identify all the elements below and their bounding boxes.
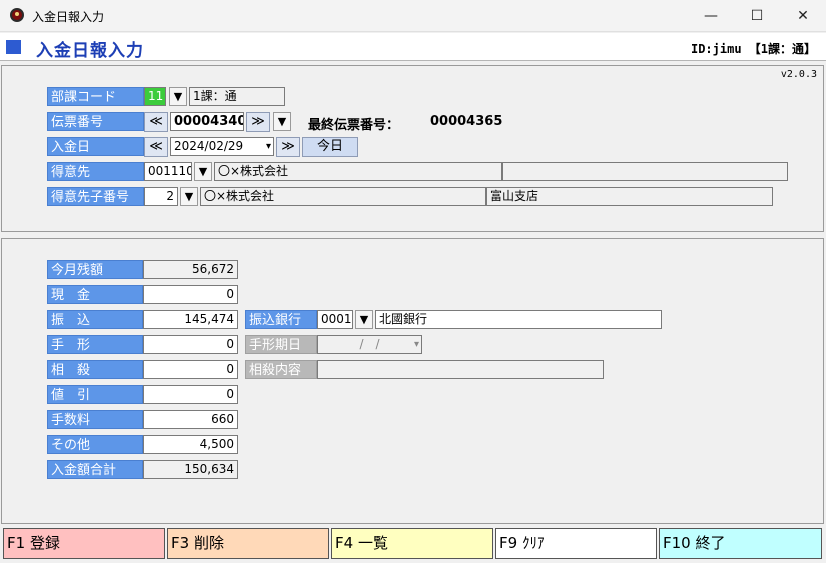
dept-code-label: 部課コード xyxy=(47,87,144,106)
discount-field[interactable]: 0 xyxy=(143,385,238,404)
close-button[interactable]: ✕ xyxy=(780,0,826,32)
bill-date-label: 手形期日 xyxy=(245,335,317,354)
customer-extra-field xyxy=(502,162,788,181)
user-info: ID:jimu 【1課：通】 xyxy=(690,42,816,56)
cash-field[interactable]: 0 xyxy=(143,285,238,304)
transfer-bank-code-field[interactable]: 0001 xyxy=(317,310,353,329)
f3-delete-button[interactable]: F3 削除 xyxy=(167,528,329,559)
customer-label: 得意先 xyxy=(47,162,144,181)
window-title: 入金日報入力 xyxy=(32,10,105,24)
last-slip-value: 00004365 xyxy=(430,114,503,129)
payment-date-value: 2024/02/29 xyxy=(174,139,244,153)
fee-label: 手数料 xyxy=(47,410,143,429)
offset-detail-label: 相殺内容 xyxy=(245,360,317,379)
f10-exit-button[interactable]: F10 終了 xyxy=(659,528,822,559)
slip-number-label: 伝票番号 xyxy=(47,112,144,131)
dept-code-field[interactable]: 11 xyxy=(144,87,166,106)
slip-dropdown-button[interactable]: ▼ xyxy=(273,112,291,131)
payment-date-label: 入金日 xyxy=(47,137,144,156)
today-button[interactable]: 今日 xyxy=(302,137,358,157)
amounts-panel: 今月残額 56,672 現 金 0 振 込 145,474 振込銀行 0001 … xyxy=(1,238,824,524)
transfer-bank-label: 振込銀行 xyxy=(245,310,317,329)
discount-label: 値 引 xyxy=(47,385,143,404)
transfer-bank-dropdown-button[interactable]: ▼ xyxy=(355,310,373,329)
date-next-button[interactable]: ≫ xyxy=(276,137,300,157)
function-key-bar: F1 登録 F3 削除 F4 一覧 F9 ｸﾘｱ F10 終了 xyxy=(1,526,824,562)
customer-code-field[interactable]: 001110 xyxy=(144,162,192,181)
header-square-icon xyxy=(6,40,21,54)
balance-field: 56,672 xyxy=(143,260,238,279)
customer-dropdown-button[interactable]: ▼ xyxy=(194,162,212,181)
bill-date-picker-icon[interactable]: ▾ xyxy=(414,336,419,353)
bill-field[interactable]: 0 xyxy=(143,335,238,354)
f1-register-button[interactable]: F1 登録 xyxy=(3,528,165,559)
other-field[interactable]: 4,500 xyxy=(143,435,238,454)
slip-number-field[interactable]: 00004340 xyxy=(170,112,244,131)
offset-field[interactable]: 0 xyxy=(143,360,238,379)
date-picker-icon[interactable]: ▾ xyxy=(266,138,271,155)
bill-date-value: / / xyxy=(359,337,380,351)
customer-name-field: 〇×株式会社 xyxy=(214,162,502,181)
page-header: 入金日報入力 ID:jimu 【1課：通】 xyxy=(0,33,826,61)
last-slip-label: 最終伝票番号： xyxy=(308,118,400,133)
window-titlebar: 入金日報入力 — ☐ ✕ xyxy=(0,0,826,32)
cash-label: 現 金 xyxy=(47,285,143,304)
fee-field[interactable]: 660 xyxy=(143,410,238,429)
slip-next-button[interactable]: ≫ xyxy=(246,112,270,132)
customer-child-dropdown-button[interactable]: ▼ xyxy=(180,187,198,206)
version-label: v2.0.3 xyxy=(780,69,817,80)
date-prev-button[interactable]: ≪ xyxy=(144,137,168,157)
balance-label: 今月残額 xyxy=(47,260,143,279)
customer-branch-field: 富山支店 xyxy=(486,187,773,206)
transfer-field[interactable]: 145,474 xyxy=(143,310,238,329)
offset-label: 相 殺 xyxy=(47,360,143,379)
f4-list-button[interactable]: F4 一覧 xyxy=(331,528,493,559)
total-label: 入金額合計 xyxy=(47,460,143,479)
slip-prev-button[interactable]: ≪ xyxy=(144,112,168,132)
transfer-bank-name-field: 北國銀行 xyxy=(375,310,662,329)
app-icon xyxy=(10,8,24,22)
other-label: その他 xyxy=(47,435,143,454)
customer-child-name-field: 〇×株式会社 xyxy=(200,187,486,206)
transfer-label: 振 込 xyxy=(47,310,143,329)
customer-child-label: 得意先子番号 xyxy=(47,187,144,206)
total-field: 150,634 xyxy=(143,460,238,479)
bill-date-field[interactable]: / / ▾ xyxy=(317,335,422,354)
page-title: 入金日報入力 xyxy=(36,41,144,61)
f9-clear-button[interactable]: F9 ｸﾘｱ xyxy=(495,528,657,559)
dept-name-field: 1課：通 xyxy=(189,87,285,106)
maximize-button[interactable]: ☐ xyxy=(734,0,780,32)
payment-date-field[interactable]: 2024/02/29 ▾ xyxy=(170,137,274,156)
dept-dropdown-button[interactable]: ▼ xyxy=(169,87,187,106)
bill-label: 手 形 xyxy=(47,335,143,354)
customer-child-number-field[interactable]: 2 xyxy=(144,187,178,206)
slip-header-panel: v2.0.3 部課コード 11 ▼ 1課：通 伝票番号 ≪ 00004340 ≫… xyxy=(1,65,824,232)
minimize-button[interactable]: — xyxy=(688,0,734,32)
offset-detail-field[interactable] xyxy=(317,360,604,379)
